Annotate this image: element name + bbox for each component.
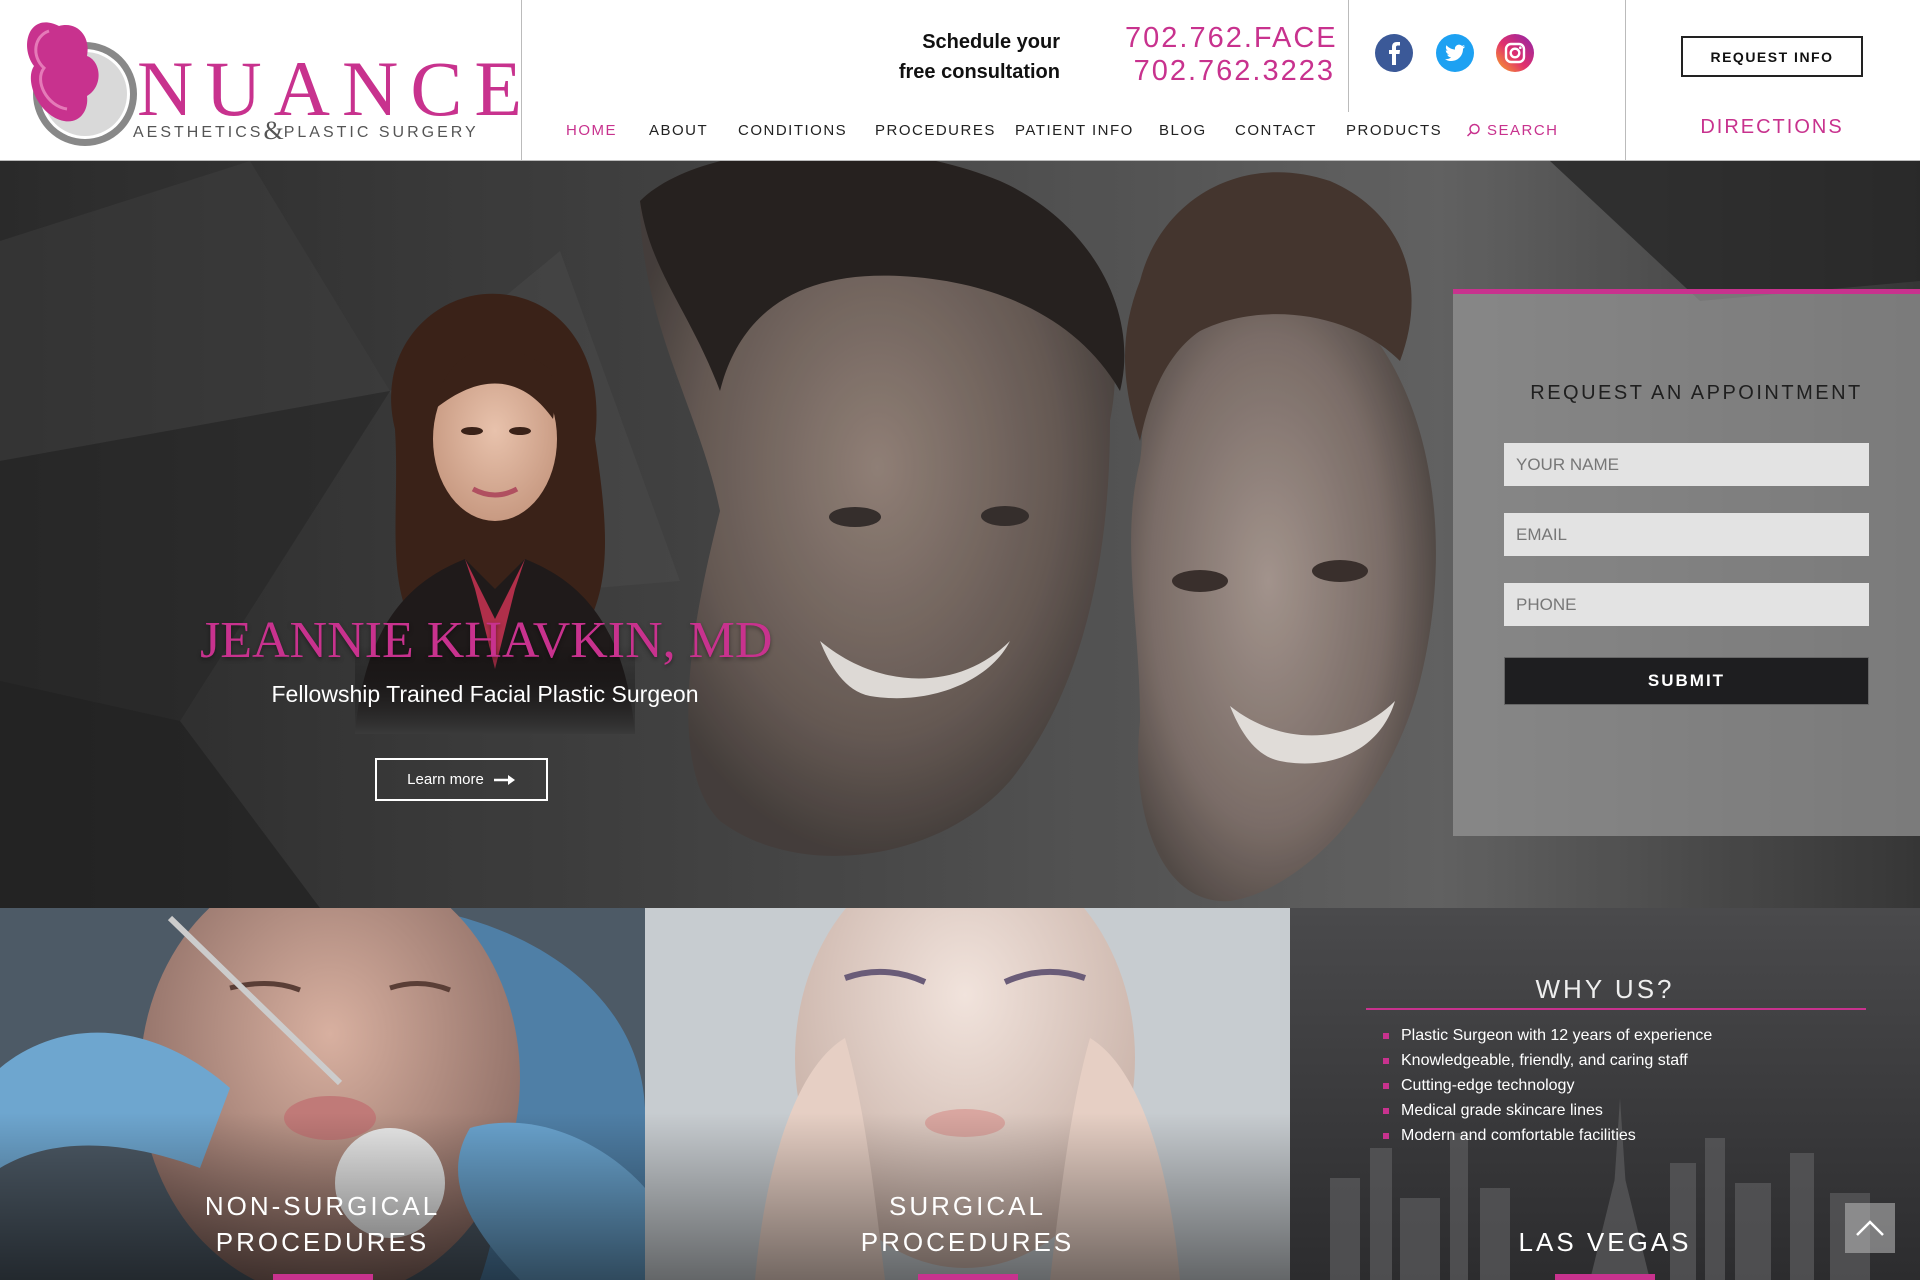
bullet-icon	[1383, 1132, 1389, 1139]
arrow-right-icon	[493, 774, 515, 785]
non-surgical-line-2: PROCEDURES	[215, 1227, 430, 1257]
las-vegas-title[interactable]: LAS VEGAS	[1290, 1224, 1920, 1260]
why-us-title: WHY US?	[1535, 974, 1675, 1004]
bullet-icon	[1383, 1107, 1389, 1114]
why-us-divider	[1366, 1008, 1866, 1010]
schedule-consultation-text: Schedule your free consultation	[870, 27, 1060, 87]
name-field[interactable]	[1504, 443, 1869, 486]
nav-contact[interactable]: CONTACT	[1235, 122, 1317, 139]
directions-link[interactable]: DIRECTIONS	[1681, 116, 1863, 139]
header-divider	[1348, 0, 1349, 112]
why-us-tile: WHY US? Plastic Surgeon with 12 years of…	[1290, 908, 1920, 1280]
learn-more-button[interactable]: Learn more	[375, 758, 548, 801]
why-us-point: Plastic Surgeon with 12 years of experie…	[1401, 1027, 1713, 1044]
appointment-form-title: REQUEST AN APPOINTMENT	[1530, 382, 1863, 404]
site-header: NUANCE AESTHETICS&PLASTIC SURGERY Schedu…	[0, 0, 1920, 161]
nav-search[interactable]: SEARCH	[1466, 122, 1559, 139]
learn-more-label: Learn more	[407, 771, 484, 788]
phone-field[interactable]	[1504, 583, 1869, 626]
hero-banner: JEANNIE KHAVKIN, MD Fellowship Trained F…	[0, 161, 1920, 908]
bullet-icon	[1383, 1057, 1389, 1064]
header-divider	[1625, 0, 1626, 161]
surgical-title: SURGICAL PROCEDURES	[645, 1188, 1290, 1260]
appointment-form: REQUEST AN APPOINTMENT SUBMIT	[1453, 289, 1920, 836]
why-us-point: Modern and comfortable facilities	[1401, 1127, 1636, 1144]
phone-numbers: 702.762.FACE 702.762.3223	[1125, 22, 1336, 88]
bullet-icon	[1383, 1032, 1389, 1039]
twitter-icon[interactable]	[1435, 33, 1475, 73]
phone-vanity-link[interactable]: 702.762.FACE	[1125, 22, 1336, 55]
logo-tagline-amp: &	[263, 116, 284, 145]
list-item: Modern and comfortable facilities	[1383, 1123, 1712, 1148]
tile-accent-bar	[1555, 1274, 1655, 1280]
tile-accent-bar	[272, 1274, 373, 1280]
list-item: Plastic Surgeon with 12 years of experie…	[1383, 1023, 1712, 1048]
nav-conditions[interactable]: CONDITIONS	[738, 122, 847, 139]
doctor-title: Fellowship Trained Facial Plastic Surgeo…	[271, 681, 699, 707]
non-surgical-title: NON-SURGICAL PROCEDURES	[0, 1188, 645, 1260]
surgical-line-1: SURGICAL	[889, 1191, 1046, 1221]
phone-number-link[interactable]: 702.762.3223	[1125, 55, 1335, 88]
logo-tagline-left: AESTHETICS	[133, 124, 264, 141]
header-divider	[521, 0, 522, 161]
logo-tagline-right: PLASTIC SURGERY	[283, 124, 479, 141]
non-surgical-line-1: NON-SURGICAL	[204, 1191, 441, 1221]
request-info-button[interactable]: REQUEST INFO	[1681, 36, 1863, 77]
why-us-list: Plastic Surgeon with 12 years of experie…	[1383, 1023, 1712, 1148]
nav-home[interactable]: HOME	[566, 122, 617, 139]
bullet-icon	[1383, 1082, 1389, 1089]
search-icon	[1466, 123, 1480, 137]
submit-button[interactable]: SUBMIT	[1504, 657, 1869, 705]
list-item: Cutting-edge technology	[1383, 1073, 1712, 1098]
surgical-procedures-tile[interactable]: SURGICAL PROCEDURES	[645, 908, 1290, 1280]
email-field[interactable]	[1504, 513, 1869, 556]
search-label: SEARCH	[1487, 122, 1559, 139]
list-item: Medical grade skincare lines	[1383, 1098, 1712, 1123]
logo-butterfly-icon	[27, 22, 137, 146]
nav-patient-info[interactable]: PATIENT INFO	[1015, 122, 1134, 139]
why-us-point: Cutting-edge technology	[1401, 1077, 1575, 1094]
why-us-point: Medical grade skincare lines	[1401, 1102, 1603, 1119]
chevron-up-icon	[1856, 1220, 1884, 1236]
nav-products[interactable]: PRODUCTS	[1346, 122, 1442, 139]
instagram-icon[interactable]	[1495, 33, 1535, 73]
why-us-point: Knowledgeable, friendly, and caring staf…	[1401, 1052, 1688, 1069]
nav-blog[interactable]: BLOG	[1159, 122, 1207, 139]
schedule-line-2: free consultation	[898, 61, 1060, 83]
scroll-to-top-button[interactable]	[1845, 1203, 1895, 1253]
non-surgical-procedures-tile[interactable]: NON-SURGICAL PROCEDURES	[0, 908, 645, 1280]
doctor-name-heading: JEANNIE KHAVKIN, MD	[200, 612, 773, 669]
list-item: Knowledgeable, friendly, and caring staf…	[1383, 1048, 1712, 1073]
facebook-icon[interactable]	[1374, 33, 1414, 73]
nav-procedures[interactable]: PROCEDURES	[875, 122, 996, 139]
surgical-line-2: PROCEDURES	[860, 1227, 1075, 1257]
schedule-line-1: Schedule your	[922, 31, 1060, 53]
nav-about[interactable]: ABOUT	[649, 122, 708, 139]
logo-tagline: AESTHETICS&PLASTIC SURGERY	[133, 116, 479, 146]
nuance-logo[interactable]: NUANCE AESTHETICS&PLASTIC SURGERY	[15, 4, 522, 159]
tile-accent-bar	[917, 1274, 1018, 1280]
